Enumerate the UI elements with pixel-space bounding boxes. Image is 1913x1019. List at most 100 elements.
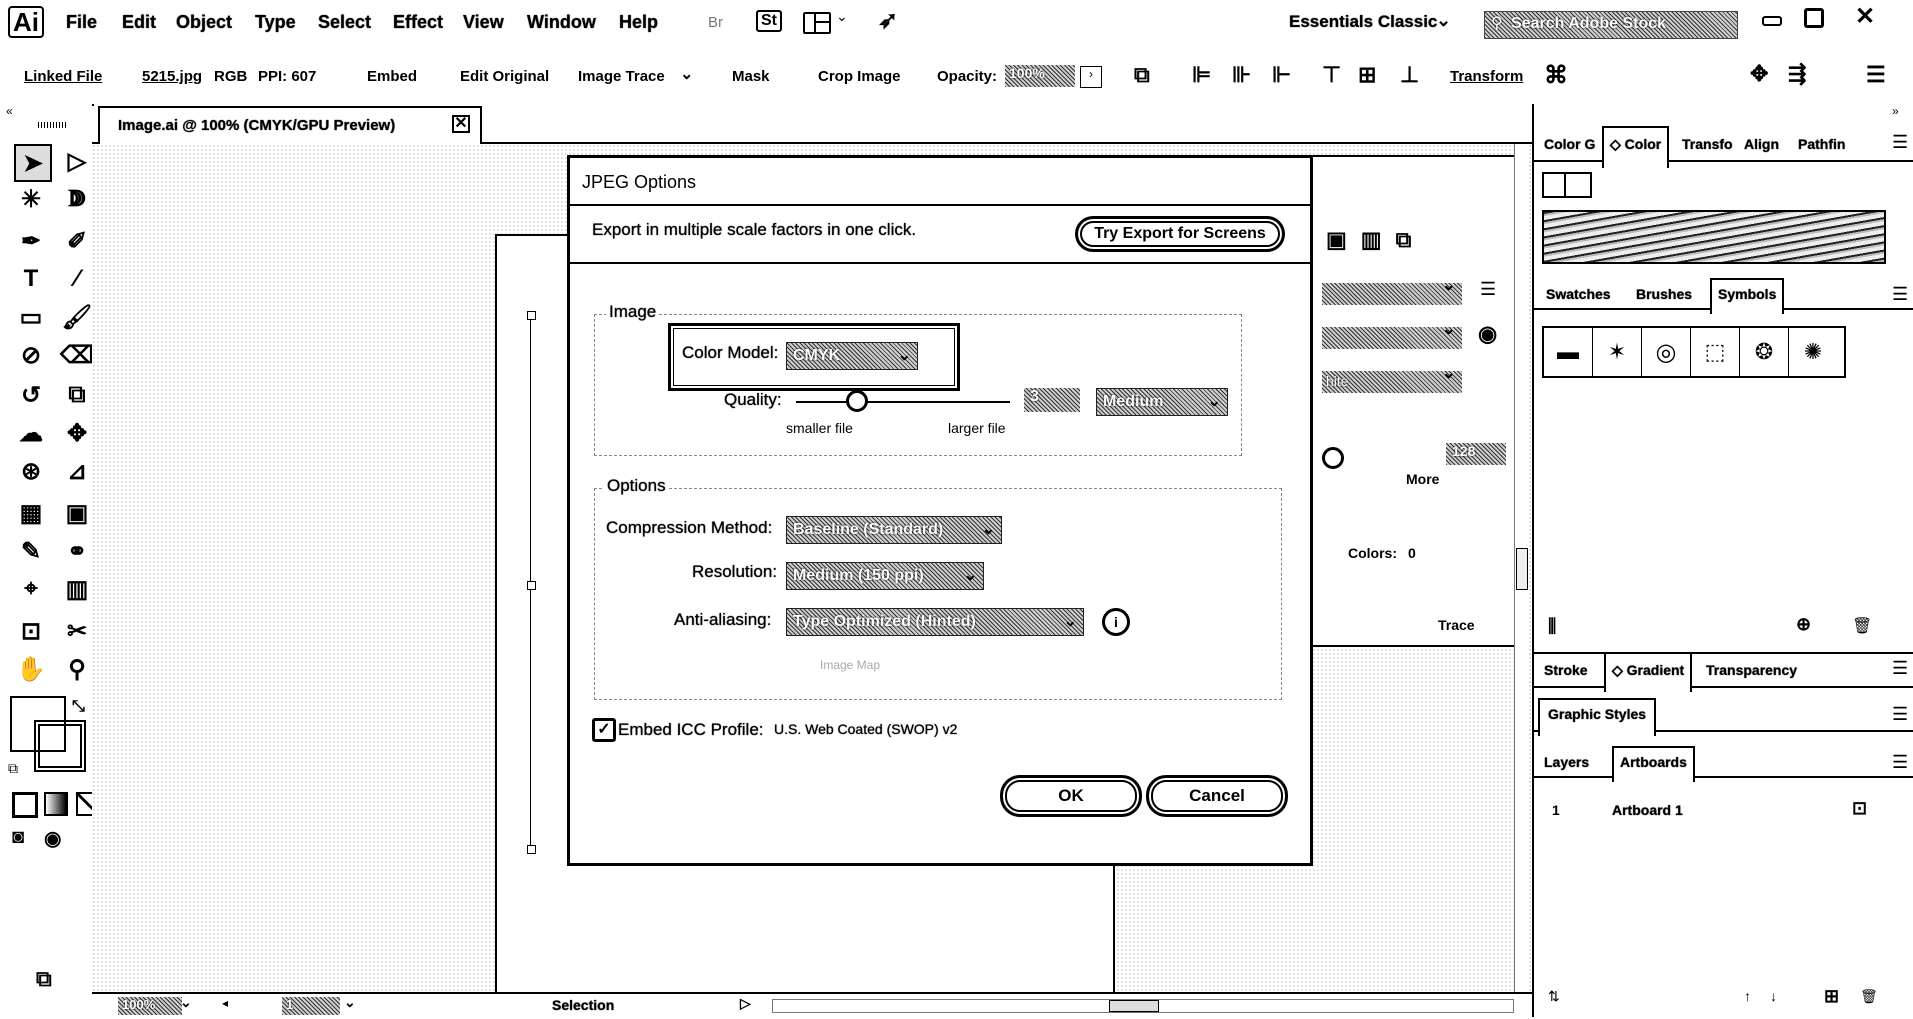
shape-builder-tool-icon[interactable]: ⊛ [14, 454, 48, 488]
threshold-value[interactable]: 128 [1446, 443, 1506, 465]
search-input[interactable]: Search Adobe Stock [1511, 15, 1666, 33]
tab-layers[interactable]: Layers [1544, 754, 1589, 770]
pen-tool-icon[interactable]: ✒ [14, 224, 48, 258]
free-transform-tool-icon[interactable]: ✥ [60, 416, 94, 450]
tab-color-guide[interactable]: Color G [1544, 136, 1595, 152]
move-down-icon[interactable]: ↓ [1770, 988, 1777, 1004]
line-tool-icon[interactable]: ⁄ [60, 262, 94, 296]
tab-graphic-styles[interactable]: Graphic Styles [1538, 698, 1657, 736]
bridge-button[interactable]: Br [708, 14, 723, 31]
mask-button[interactable]: Mask [732, 68, 770, 85]
gpu-performance-icon[interactable]: ➶ [878, 6, 898, 35]
chevron-down-icon[interactable]: ⌄ [680, 64, 693, 84]
gradient-mode-icon[interactable] [44, 792, 68, 816]
symbol-1[interactable]: ▬ [1544, 328, 1593, 376]
threshold-slider-knob[interactable] [1322, 447, 1344, 469]
isolate-icon[interactable]: ⌘ [1544, 61, 1568, 90]
align-right-icon[interactable]: ⊩ [1272, 62, 1291, 88]
quality-slider[interactable] [796, 401, 1010, 403]
curvature-tool-icon[interactable]: ✐ [60, 224, 94, 258]
embed-icc-checkbox[interactable]: ✓ [592, 718, 616, 742]
trace-dropdown-2[interactable] [1322, 327, 1462, 349]
transform-button[interactable]: Transform [1450, 68, 1523, 85]
menu-select[interactable]: Select [318, 12, 371, 33]
perspective-grid-tool-icon[interactable]: ⊿ [60, 454, 94, 488]
edit-original-button[interactable]: Edit Original [460, 68, 549, 85]
menu-window[interactable]: Window [527, 12, 596, 33]
panel-menu-icon[interactable]: ☰ [1892, 284, 1908, 305]
artboard-options-icon[interactable]: ⊡ [1852, 798, 1867, 819]
chevron-down-icon[interactable]: ⌄ [1442, 275, 1455, 295]
select-similar-icon[interactable]: ⧉ [1134, 62, 1150, 88]
align-left-icon[interactable]: ⊫ [1192, 62, 1211, 88]
hand-tool-icon[interactable]: ✋ [14, 652, 48, 686]
compression-method-select[interactable]: Baseline (Standard) ⌄ [786, 516, 1002, 544]
tab-symbols[interactable]: Symbols [1710, 278, 1785, 314]
screen-mode-icon[interactable]: ◉ [44, 826, 61, 851]
artboard-number-field[interactable]: 1 [282, 997, 340, 1015]
chevron-down-icon[interactable]: ⌄ [344, 994, 356, 1011]
panel-menu-icon[interactable]: ☰ [1480, 279, 1496, 300]
opacity-arrow-icon[interactable]: › [1080, 66, 1102, 88]
move-up-icon[interactable]: ↑ [1744, 988, 1751, 1004]
chevron-down-icon[interactable]: ⌄ [1436, 10, 1451, 31]
chevron-down-icon[interactable]: ⌄ [836, 8, 848, 25]
paintbrush-tool-icon[interactable]: 🖌 [60, 300, 94, 334]
info-icon[interactable]: i [1102, 608, 1130, 636]
symbol-4[interactable]: ⬚ [1691, 328, 1740, 376]
opacity-input[interactable]: 100% [1005, 65, 1075, 87]
image-trace-button[interactable]: Image Trace [578, 68, 665, 85]
maximize-button[interactable] [1804, 8, 1824, 28]
rectangle-tool-icon[interactable]: ▭ [14, 300, 48, 334]
stock-button[interactable]: St [756, 10, 782, 32]
chevron-down-icon[interactable]: ⌄ [180, 994, 192, 1011]
tab-pathfinder[interactable]: Pathfin [1798, 136, 1845, 152]
menu-object[interactable]: Object [176, 12, 232, 33]
linked-file-link[interactable]: Linked File [24, 68, 102, 85]
tab-align[interactable]: Align [1744, 136, 1779, 152]
tab-brushes[interactable]: Brushes [1636, 286, 1692, 302]
document-tab[interactable]: Image.ai @ 100% (CMYK/GPU Preview) ✕ [98, 106, 482, 144]
tab-transparency[interactable]: Transparency [1706, 662, 1797, 678]
status-menu-arrow-icon[interactable]: ▷ [740, 995, 751, 1012]
stroke-swatch[interactable] [34, 720, 86, 772]
warp-tool-icon[interactable]: ☁ [14, 416, 48, 450]
direct-selection-tool-icon[interactable]: ▷ [60, 144, 94, 178]
panel-menu-icon[interactable]: ☰ [1892, 132, 1908, 153]
menu-edit[interactable]: Edit [122, 12, 156, 33]
symbol-libraries-icon[interactable]: ⫼ [1548, 616, 1556, 637]
swap-fill-stroke-icon[interactable]: ⤡ [72, 698, 85, 716]
new-artboard-icon[interactable]: ⊞ [1824, 986, 1839, 1007]
resolution-select[interactable]: Medium (150 ppi) ⌄ [786, 562, 984, 590]
gradient-tool-icon[interactable]: ▣ [60, 496, 94, 530]
zoom-field[interactable]: 100% [118, 997, 182, 1015]
canvas-scrollbar[interactable] [1514, 144, 1529, 992]
quality-slider-knob[interactable] [846, 390, 868, 412]
menu-file[interactable]: File [66, 12, 97, 33]
panel-menu-icon[interactable]: ☰ [1866, 62, 1886, 88]
chevron-down-icon[interactable]: ⌄ [1442, 319, 1455, 339]
menu-type[interactable]: Type [255, 12, 296, 33]
chevron-down-icon[interactable]: ⌄ [1442, 363, 1455, 383]
fill-stroke-mini-icon[interactable] [1542, 172, 1592, 198]
file-name-link[interactable]: 5215.jpg [142, 68, 202, 85]
blend-tool-icon[interactable]: ⚭ [60, 534, 94, 568]
slice-tool-icon[interactable]: ✂ [60, 614, 94, 648]
quality-preset-select[interactable]: Medium ⌄ [1096, 388, 1228, 416]
try-export-for-screens-button[interactable]: Try Export for Screens [1075, 216, 1285, 252]
align-middle-icon[interactable]: ⊞ [1358, 62, 1376, 88]
collapse-panels-icon[interactable]: » [1892, 104, 1899, 118]
edit-toolbar-icon[interactable]: ⧉ [36, 966, 52, 992]
color-mode-icon[interactable] [12, 792, 38, 818]
artboard-tool-icon[interactable]: ⊡ [14, 614, 48, 648]
puppet-warp-icon[interactable]: ✥ [1750, 61, 1768, 87]
workspace-switcher[interactable]: Essentials Classic [1289, 12, 1437, 32]
collapse-icon[interactable]: « [6, 104, 13, 118]
magic-wand-tool-icon[interactable]: ✳ [14, 182, 48, 216]
type-tool-icon[interactable]: T [14, 262, 48, 296]
delete-symbol-icon[interactable]: 🗑 [1852, 616, 1872, 636]
color-spectrum-bar[interactable] [1542, 210, 1886, 264]
mesh-tool-icon[interactable]: ▦ [14, 496, 48, 530]
menu-view[interactable]: View [463, 12, 504, 33]
align-top-icon[interactable]: ⊤ [1322, 62, 1341, 88]
